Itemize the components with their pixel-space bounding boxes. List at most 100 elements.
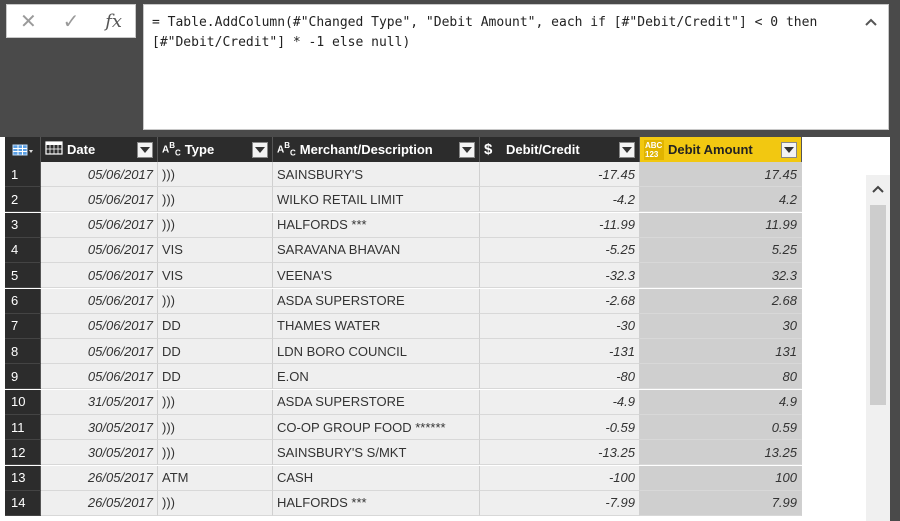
cell-date[interactable]: 05/06/2017 <box>41 313 158 339</box>
cell-debit-amount[interactable]: 0.59 <box>640 415 802 440</box>
cell-type[interactable]: ))) <box>158 288 273 314</box>
column-header-debit-credit[interactable]: $ Debit/Credit <box>480 137 640 162</box>
cell-date[interactable]: 05/06/2017 <box>41 187 158 213</box>
cell-debit-credit[interactable]: -11.99 <box>480 212 640 238</box>
column-header-merchant[interactable]: ABC Merchant/Description <box>273 137 480 162</box>
column-header-date[interactable]: Date <box>41 137 158 162</box>
cell-debit-credit[interactable]: -17.45 <box>480 162 640 187</box>
row-number[interactable]: 2 <box>5 187 41 213</box>
table-row[interactable]: 5 05/06/2017 VIS VEENA'S -32.3 32.3 <box>5 263 805 289</box>
cell-date[interactable]: 05/06/2017 <box>41 288 158 314</box>
table-row[interactable]: 3 05/06/2017))) HALFORDS *** -11.99 11.99 <box>5 212 805 238</box>
cell-merchant[interactable]: ASDA SUPERSTORE <box>273 288 480 314</box>
scroll-up-button[interactable] <box>869 179 887 199</box>
table-row[interactable]: 8 05/06/2017 DD LDN BORO COUNCIL -131 131 <box>5 339 805 365</box>
cell-type[interactable]: ))) <box>158 490 273 516</box>
cell-date[interactable]: 26/05/2017 <box>41 490 158 516</box>
cell-debit-amount[interactable]: 2.68 <box>640 288 802 314</box>
cell-type[interactable]: ))) <box>158 440 273 466</box>
table-row[interactable]: 4 05/06/2017 VIS SARAVANA BHAVAN -5.25 5.25 <box>5 237 805 263</box>
cell-type[interactable]: ))) <box>158 162 273 187</box>
cell-debit-credit[interactable]: -4.2 <box>480 187 640 213</box>
table-row[interactable]: 6 05/06/2017))) ASDA SUPERSTORE -2.68 2.68 <box>5 288 805 314</box>
scrollbar-thumb[interactable] <box>870 205 886 405</box>
table-row[interactable]: 9 05/06/2017 DD E.ON -80 80 <box>5 364 805 390</box>
cell-debit-credit[interactable]: -13.25 <box>480 440 640 466</box>
cell-merchant[interactable]: HALFORDS *** <box>273 212 480 238</box>
row-number[interactable]: 5 <box>5 263 41 289</box>
cell-debit-credit[interactable]: -0.59 <box>480 415 640 440</box>
cell-debit-credit[interactable]: -30 <box>480 313 640 339</box>
table-row[interactable]: 10 31/05/2017))) ASDA SUPERSTORE -4.9 4.9 <box>5 389 805 415</box>
cell-date[interactable]: 05/06/2017 <box>41 212 158 238</box>
cell-type[interactable]: DD <box>158 339 273 365</box>
row-number[interactable]: 11 <box>5 415 41 440</box>
table-menu-button[interactable] <box>5 137 41 162</box>
cell-date[interactable]: 05/06/2017 <box>41 237 158 263</box>
formula-input[interactable]: = Table.AddColumn(#"Changed Type", "Debi… <box>143 4 889 130</box>
vertical-scrollbar[interactable] <box>866 175 890 521</box>
cell-type[interactable]: ))) <box>158 415 273 440</box>
cell-merchant[interactable]: E.ON <box>273 364 480 390</box>
cell-merchant[interactable]: WILKO RETAIL LIMIT <box>273 187 480 213</box>
row-number[interactable]: 1 <box>5 162 41 187</box>
cell-debit-amount[interactable]: 11.99 <box>640 212 802 238</box>
cell-debit-amount[interactable]: 100 <box>640 465 802 491</box>
cell-type[interactable]: DD <box>158 313 273 339</box>
cell-date[interactable]: 26/05/2017 <box>41 465 158 491</box>
cell-date[interactable]: 31/05/2017 <box>41 389 158 415</box>
cell-debit-credit[interactable]: -7.99 <box>480 490 640 516</box>
cancel-formula-button[interactable]: ✕ <box>7 5 50 37</box>
table-row[interactable]: 14 26/05/2017))) HALFORDS *** -7.99 7.99 <box>5 490 805 516</box>
cell-debit-amount[interactable]: 80 <box>640 364 802 390</box>
cell-date[interactable]: 05/06/2017 <box>41 339 158 365</box>
cell-debit-credit[interactable]: -32.3 <box>480 263 640 289</box>
cell-merchant[interactable]: ASDA SUPERSTORE <box>273 389 480 415</box>
cell-type[interactable]: VIS <box>158 263 273 289</box>
row-number[interactable]: 4 <box>5 237 41 263</box>
column-filter-debit-amount-button[interactable] <box>781 141 797 158</box>
cell-debit-credit[interactable]: -2.68 <box>480 288 640 314</box>
cell-merchant[interactable]: CO-OP GROUP FOOD ****** <box>273 415 480 440</box>
cell-debit-amount[interactable]: 4.2 <box>640 187 802 213</box>
column-filter-date-button[interactable] <box>137 141 153 158</box>
confirm-formula-button[interactable]: ✓ <box>50 5 93 37</box>
cell-merchant[interactable]: SAINSBURY'S <box>273 162 480 187</box>
column-header-type[interactable]: ABC Type <box>158 137 273 162</box>
cell-debit-credit[interactable]: -100 <box>480 465 640 491</box>
cell-type[interactable]: VIS <box>158 237 273 263</box>
table-row[interactable]: 1 05/06/2017))) SAINSBURY'S -17.45 17.45 <box>5 162 805 187</box>
cell-debit-credit[interactable]: -4.9 <box>480 389 640 415</box>
table-row[interactable]: 2 05/06/2017))) WILKO RETAIL LIMIT -4.2 4.2 <box>5 187 805 213</box>
row-number[interactable]: 6 <box>5 288 41 314</box>
table-row[interactable]: 13 26/05/2017 ATM CASH -100 100 <box>5 465 805 491</box>
cell-debit-amount[interactable]: 30 <box>640 313 802 339</box>
cell-date[interactable]: 30/05/2017 <box>41 415 158 440</box>
column-filter-type-button[interactable] <box>252 141 268 158</box>
cell-debit-credit[interactable]: -5.25 <box>480 237 640 263</box>
cell-debit-amount[interactable]: 5.25 <box>640 237 802 263</box>
table-row[interactable]: 11 30/05/2017))) CO-OP GROUP FOOD ****** -0… <box>5 415 805 440</box>
cell-debit-amount[interactable]: 7.99 <box>640 490 802 516</box>
column-filter-merchant-button[interactable] <box>459 141 475 158</box>
cell-date[interactable]: 05/06/2017 <box>41 263 158 289</box>
cell-date[interactable]: 30/05/2017 <box>41 440 158 466</box>
cell-merchant[interactable]: SARAVANA BHAVAN <box>273 237 480 263</box>
collapse-formula-button[interactable] <box>862 13 880 31</box>
cell-merchant[interactable]: VEENA'S <box>273 263 480 289</box>
column-header-debit-amount[interactable]: ABC 123 Debit Amount <box>640 137 802 162</box>
formula-text[interactable]: = Table.AddColumn(#"Changed Type", "Debi… <box>152 13 842 53</box>
cell-type[interactable]: ))) <box>158 212 273 238</box>
cell-type[interactable]: DD <box>158 364 273 390</box>
cell-debit-amount[interactable]: 4.9 <box>640 389 802 415</box>
cell-type[interactable]: ))) <box>158 389 273 415</box>
cell-type[interactable]: ))) <box>158 187 273 213</box>
row-number[interactable]: 8 <box>5 339 41 365</box>
cell-date[interactable]: 05/06/2017 <box>41 364 158 390</box>
row-number[interactable]: 7 <box>5 313 41 339</box>
cell-debit-credit[interactable]: -131 <box>480 339 640 365</box>
cell-debit-amount[interactable]: 32.3 <box>640 263 802 289</box>
cell-debit-amount[interactable]: 17.45 <box>640 162 802 187</box>
row-number[interactable]: 13 <box>5 465 41 491</box>
row-number[interactable]: 10 <box>5 389 41 415</box>
